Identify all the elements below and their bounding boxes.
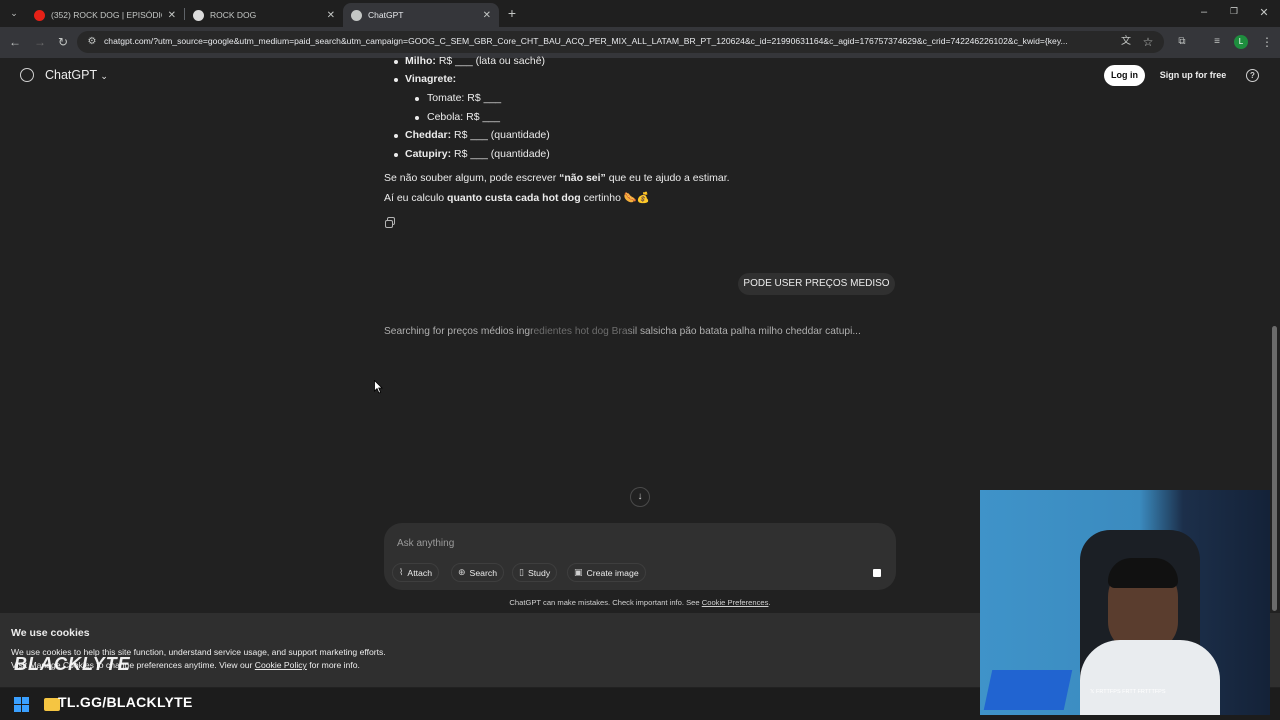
tab-title: (352) ROCK DOG | EPISÓDIO C...	[51, 10, 162, 20]
list-item-tomate: Tomate: R$ ___	[427, 92, 502, 104]
message-paragraph: Se não souber algum, pode escrever “não …	[384, 172, 730, 184]
study-label: Study	[527, 567, 551, 578]
attach-label: Attach	[407, 567, 433, 578]
media-controls-icon[interactable]: ≡	[1209, 34, 1225, 50]
message-paragraph: Aí eu calculo quanto custa cada hot dog …	[384, 192, 650, 204]
close-tab-icon[interactable]: ✕	[327, 10, 335, 21]
close-tab-icon[interactable]: ✕	[168, 10, 176, 21]
study-button[interactable]: ▯ Study	[512, 563, 558, 582]
profile-avatar-icon[interactable]: L	[1234, 35, 1248, 49]
tab-chatgpt[interactable]: ChatGPT ✕	[343, 3, 499, 27]
cookie-preferences-link[interactable]: Cookie Preferences	[702, 598, 769, 607]
streamer-hair	[1108, 558, 1178, 588]
list-item-cheddar: Cheddar: R$ ___ (quantidade)	[405, 129, 550, 141]
chevron-down-icon: ⌄	[100, 71, 108, 81]
window-close-icon[interactable]: ✕	[1257, 6, 1271, 19]
chatgpt-logo-icon	[20, 68, 34, 82]
cookie-policy-link[interactable]: Cookie Policy	[255, 660, 307, 670]
search-label: Search	[469, 567, 498, 578]
youtube-icon	[34, 9, 45, 21]
stop-icon	[873, 569, 881, 577]
list-item-milho: Milho: R$ ___ (lata ou sachê)	[405, 55, 546, 67]
tab-search-chevron-icon[interactable]: ⌄	[6, 5, 22, 21]
cookie-title: We use cookies	[11, 627, 90, 639]
model-selector[interactable]: ChatGPT ⌄	[45, 68, 108, 82]
search-button[interactable]: ⊕ Search	[451, 563, 505, 582]
disclaimer: ChatGPT can make mistakes. Check importa…	[509, 598, 771, 607]
list-bullet	[415, 116, 419, 120]
chatgpt-icon	[351, 9, 362, 21]
list-item-vinagrete: Vinagrete:	[405, 73, 457, 85]
list-bullet	[394, 78, 398, 82]
book-icon: ▯	[519, 567, 524, 577]
globe-icon	[193, 9, 204, 21]
tab-title: ChatGPT	[368, 10, 404, 20]
signup-button[interactable]: Sign up for free	[1153, 65, 1233, 86]
url-text[interactable]: chatgpt.com/?utm_source=google&utm_mediu…	[104, 36, 1110, 46]
tab-title: ROCK DOG	[210, 10, 257, 20]
back-arrow-icon[interactable]: ←	[7, 34, 23, 50]
copy-icon[interactable]	[385, 217, 395, 228]
webcam-socials: 𝕏 FRTTFPS FRTT FRTTTFPS	[1090, 689, 1166, 695]
windows-start-icon[interactable]	[14, 697, 29, 712]
searching-status: Searching for preços médios ingredientes…	[384, 326, 861, 337]
streamer-shirt	[1080, 640, 1220, 715]
brand-label: ChatGPT	[45, 68, 97, 82]
minimize-icon[interactable]: –	[1197, 6, 1211, 18]
close-tab-icon[interactable]: ✕	[483, 10, 491, 21]
user-message-bubble: PODE USER PREÇOS MEDISO	[738, 273, 895, 295]
create-image-button[interactable]: ▣ Create image	[567, 563, 646, 582]
mouse-cursor-icon	[374, 380, 383, 394]
tab-rock-dog[interactable]: ROCK DOG ✕	[185, 3, 343, 27]
help-icon[interactable]: ?	[1246, 69, 1259, 82]
list-bullet	[415, 97, 419, 101]
stream-logo-overlay: BLACKLYTE	[14, 654, 131, 674]
scroll-to-bottom-button[interactable]: ↓	[630, 487, 650, 507]
attach-button[interactable]: ⌇ Attach	[392, 563, 440, 582]
bookmark-star-icon[interactable]: ☆	[1140, 34, 1156, 50]
list-item-catupiry: Catupiry: R$ ___ (quantidade)	[405, 148, 550, 160]
prompt-input[interactable]	[397, 535, 777, 551]
translate-icon[interactable]: 文	[1118, 34, 1134, 50]
paperclip-icon: ⌇	[399, 567, 404, 577]
stream-promo-text: TL.GG/BLACKLYTE	[58, 694, 193, 710]
arrow-down-icon: ↓	[637, 491, 643, 502]
list-bullet	[394, 60, 398, 64]
list-bullet	[394, 134, 398, 138]
forward-arrow-icon[interactable]: →	[32, 34, 48, 50]
reload-icon[interactable]: ↻	[55, 34, 71, 50]
create-image-label: Create image	[586, 567, 639, 578]
list-bullet	[394, 153, 398, 157]
browser-menu-icon[interactable]: ⋮	[1259, 34, 1275, 50]
scrollbar-thumb[interactable]	[1272, 326, 1277, 611]
stop-generating-button[interactable]	[867, 563, 887, 583]
tab-youtube[interactable]: (352) ROCK DOG | EPISÓDIO C... ✕	[26, 3, 184, 27]
login-button[interactable]: Log in	[1104, 65, 1145, 86]
site-settings-icon[interactable]: ⚙	[84, 34, 100, 50]
extensions-icon[interactable]: ⧉	[1174, 34, 1190, 50]
globe-icon: ⊕	[458, 567, 466, 577]
list-item-cebola: Cebola: R$ ___	[427, 111, 500, 123]
webcam-overlay: 𝕏 FRTTFPS FRTT FRTTTFPS	[980, 490, 1270, 715]
image-icon: ▣	[574, 567, 583, 577]
restore-icon[interactable]: ❐	[1227, 6, 1241, 17]
new-tab-plus-icon[interactable]: +	[504, 5, 520, 21]
